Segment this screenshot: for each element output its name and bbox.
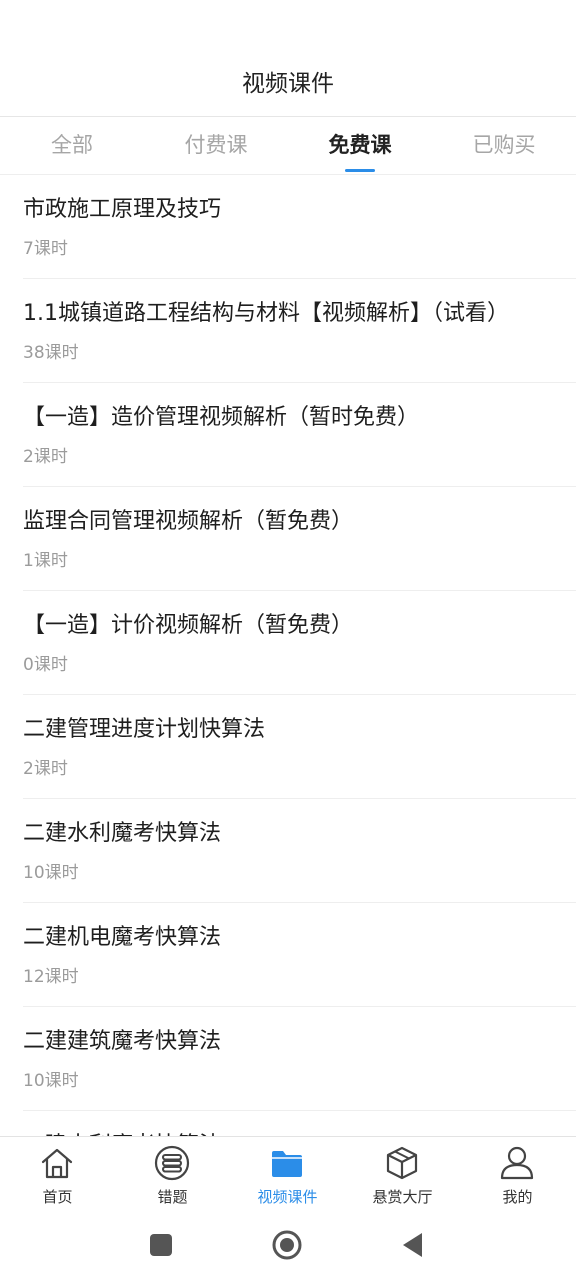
list-item[interactable]: 1.1城镇道路工程结构与材料【视频解析】（试看） 38课时: [0, 279, 576, 383]
tab-label: 全部: [51, 133, 93, 157]
nav-label: 视频课件: [257, 1188, 318, 1206]
nav-video-courses[interactable]: 视频课件: [230, 1137, 345, 1212]
home-icon: [41, 1148, 73, 1179]
nav-bounty-hall[interactable]: 悬赏大厅: [345, 1137, 460, 1212]
tab-paid[interactable]: 付费课: [144, 117, 288, 174]
tab-label: 免费课: [328, 133, 392, 157]
course-name: 二建建筑魔考快算法: [23, 1029, 222, 1054]
tab-free[interactable]: 免费课: [288, 117, 432, 174]
list-icon: [154, 1145, 190, 1181]
list-item[interactable]: 二建水利魔考快算法 10课时: [0, 799, 576, 903]
course-name: 市政施工原理及技巧: [23, 197, 222, 222]
list-item[interactable]: 【一造】造价管理视频解析（暂时免费） 2课时: [0, 383, 576, 487]
nav-mine[interactable]: 我的: [460, 1137, 575, 1212]
course-name: 一建水利魔考快算法: [23, 1127, 221, 1136]
home-circle-icon[interactable]: [272, 1230, 302, 1260]
tab-all[interactable]: 全部: [0, 117, 144, 174]
list-item[interactable]: 市政施工原理及技巧 7课时: [0, 175, 576, 279]
lesson-count: 2课时: [23, 447, 68, 467]
course-name: 【一造】造价管理视频解析（暂时免费）: [23, 405, 420, 430]
cube-icon: [386, 1146, 418, 1180]
page-title: 视频课件: [242, 71, 334, 97]
lesson-count: 10课时: [23, 1071, 79, 1091]
bottom-nav: 首页 错题 视频课件 悬赏大厅 我的: [0, 1136, 576, 1212]
top-bar: 视频课件: [0, 0, 576, 117]
course-name: 二建管理进度计划快算法: [23, 717, 266, 742]
nav-label: 错题: [157, 1188, 188, 1206]
lesson-count: 2课时: [23, 759, 68, 779]
lesson-count: 38课时: [23, 343, 79, 363]
lesson-count: 0课时: [23, 655, 68, 675]
list-item[interactable]: 二建机电魔考快算法 12课时: [0, 903, 576, 1007]
course-name: 【一造】计价视频解析（暂免费）: [23, 613, 354, 638]
list-item[interactable]: 监理合同管理视频解析（暂免费） 1课时: [0, 487, 576, 591]
lesson-count: 10课时: [23, 863, 79, 883]
lesson-count: 7课时: [23, 239, 68, 259]
system-nav-bar: [0, 1212, 576, 1280]
tab-bar: 全部 付费课 免费课 已购买: [0, 117, 576, 175]
course-name: 1.1城镇道路工程结构与材料【视频解析】（试看）: [23, 301, 509, 326]
nav-wrong-questions[interactable]: 错题: [115, 1137, 230, 1212]
tab-label: 付费课: [184, 133, 248, 157]
folder-icon: [272, 1151, 302, 1177]
tab-underline: [345, 169, 375, 172]
course-name: 监理合同管理视频解析（暂免费）: [23, 509, 354, 534]
course-list[interactable]: 市政施工原理及技巧 7课时 1.1城镇道路工程结构与材料【视频解析】（试看） 3…: [0, 175, 576, 1136]
lesson-count: 1课时: [23, 551, 68, 571]
list-item[interactable]: 一建水利魔考快算法: [0, 1111, 576, 1136]
lesson-count: 12课时: [23, 967, 79, 987]
list-item[interactable]: 二建管理进度计划快算法 2课时: [0, 695, 576, 799]
list-item[interactable]: 【一造】计价视频解析（暂免费） 0课时: [0, 591, 576, 695]
course-name: 二建水利魔考快算法: [23, 821, 222, 846]
back-triangle-icon[interactable]: [401, 1232, 423, 1258]
list-item[interactable]: 二建建筑魔考快算法 10课时: [0, 1007, 576, 1111]
recent-apps-icon[interactable]: [150, 1234, 172, 1256]
nav-label: 我的: [502, 1188, 533, 1206]
nav-label: 首页: [42, 1188, 73, 1206]
tab-purchased[interactable]: 已购买: [432, 117, 576, 174]
tab-label: 已购买: [472, 133, 536, 157]
person-icon: [500, 1146, 534, 1180]
nav-label: 悬赏大厅: [372, 1188, 433, 1206]
nav-home[interactable]: 首页: [0, 1137, 115, 1212]
course-name: 二建机电魔考快算法: [23, 925, 222, 950]
